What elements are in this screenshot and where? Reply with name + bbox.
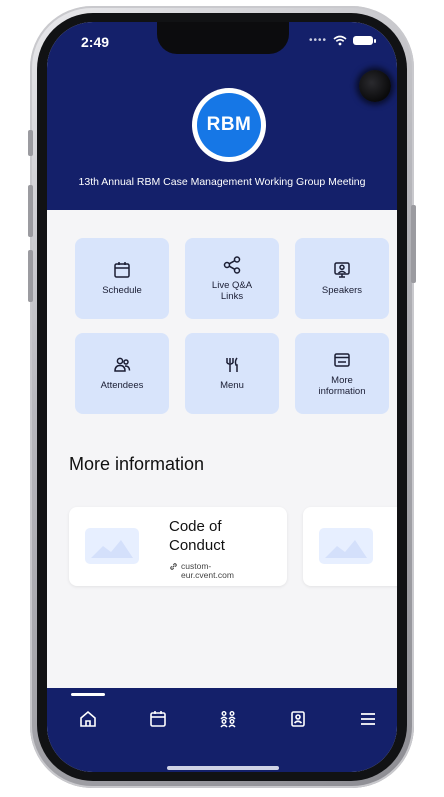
- bottom-tab-bar: [47, 688, 397, 772]
- tile-label: Speakers: [321, 285, 363, 297]
- app-header: 2:49 •••• RBM 13th Annual RBM Case Manag…: [47, 22, 397, 210]
- card-link[interactable]: custom- eur.cvent.com: [169, 562, 234, 580]
- battery-icon: [353, 36, 376, 45]
- image-placeholder-icon: [91, 540, 133, 558]
- card-link-text: custom- eur.cvent.com: [181, 561, 234, 580]
- tile-schedule[interactable]: Schedule: [75, 238, 169, 319]
- floating-camera-blob: [359, 70, 391, 102]
- app-screen: 2:49 •••• RBM 13th Annual RBM Case Manag…: [47, 22, 397, 772]
- attendees-icon: [220, 711, 236, 728]
- tab-schedule[interactable]: [138, 702, 178, 736]
- event-title: 13th Annual RBM Case Management Working …: [78, 176, 366, 188]
- tile-label: Menu: [220, 380, 244, 392]
- calendar-icon: [150, 711, 166, 727]
- tile-label: More information: [318, 375, 366, 397]
- status-time: 2:49: [81, 34, 110, 50]
- power-button: [411, 205, 416, 283]
- tab-contacts[interactable]: [278, 702, 318, 736]
- tile-label: Schedule: [102, 285, 142, 297]
- notch: [157, 22, 289, 54]
- image-placeholder-icon: [325, 540, 367, 558]
- tab-home[interactable]: [68, 702, 108, 736]
- tab-attendees[interactable]: [208, 702, 248, 736]
- link-icon: [170, 563, 177, 570]
- status-icons: ••••: [308, 35, 376, 46]
- tile-label: Attendees: [100, 380, 144, 392]
- home-indicator: [167, 766, 279, 770]
- card-title: Code of Conduct: [169, 518, 225, 554]
- calendar-icon: [114, 262, 130, 279]
- home-icon: [80, 710, 96, 727]
- signal-icon: ••••: [308, 35, 327, 46]
- attendees-icon: [114, 357, 131, 373]
- tile-more-information[interactable]: More information: [295, 333, 389, 414]
- active-tab-indicator: [71, 693, 105, 696]
- card-partial[interactable]: C M: [303, 507, 397, 586]
- volume-down-button: [28, 250, 33, 302]
- card-thumbnail: [319, 528, 373, 564]
- tab-menu[interactable]: [348, 702, 388, 736]
- event-logo: RBM: [192, 88, 266, 162]
- wifi-icon: [333, 35, 347, 46]
- card-thumbnail: [85, 528, 139, 564]
- tile-menu[interactable]: Menu: [185, 333, 279, 414]
- tile-live-qa-links[interactable]: Live Q&A Links: [185, 238, 279, 319]
- tile-speakers[interactable]: Speakers: [295, 238, 389, 319]
- tile-attendees[interactable]: Attendees: [75, 333, 169, 414]
- volume-up-button: [28, 185, 33, 237]
- contacts-icon: [291, 711, 305, 727]
- speaker-icon: [334, 262, 350, 279]
- share-icon: [223, 256, 241, 274]
- tile-label: Live Q&A Links: [211, 280, 253, 302]
- section-title-more-information: More information: [69, 454, 205, 474]
- menu-icon: [361, 713, 375, 725]
- card-code-of-conduct[interactable]: Code of Conduct custom- eur.cvent.com: [69, 507, 287, 586]
- logo-text: RBM: [197, 93, 261, 157]
- browser-icon: [334, 353, 350, 367]
- fork-knife-icon: [226, 357, 238, 373]
- mute-switch: [28, 130, 33, 156]
